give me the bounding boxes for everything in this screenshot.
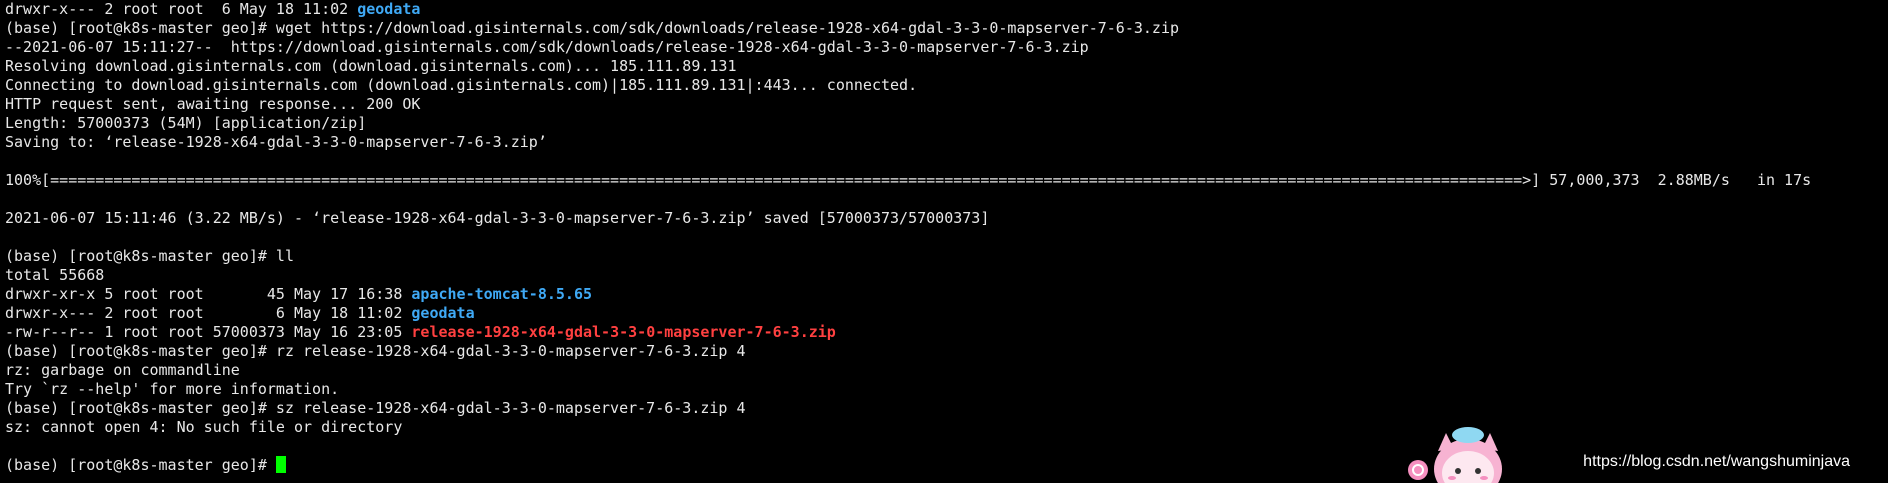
- terminal-line: (base) [root@k8s-master geo]# wget https…: [5, 19, 1179, 37]
- terminal-line: drwxr-x--- 2 root root 6 May 18 11:02 ge…: [5, 304, 475, 323]
- directory-name: apache-tomcat-8.5.65: [411, 285, 593, 303]
- terminal-line: Resolving download.gisinternals.com (dow…: [5, 57, 737, 75]
- terminal-line: (base) [root@k8s-master geo]# sz release…: [5, 399, 746, 417]
- terminal-line: HTTP request sent, awaiting response... …: [5, 95, 421, 113]
- terminal-line: --2021-06-07 15:11:27-- https://download…: [5, 38, 1089, 56]
- terminal-line: Saving to: ‘release-1928-x64-gdal-3-3-0-…: [5, 133, 547, 151]
- terminal-line: Try `rz --help' for more information.: [5, 380, 340, 398]
- terminal-text: drwxr-xr-x 5 root root 45 May 17 16:38: [5, 285, 412, 303]
- terminal-line: -rw-r--r-- 1 root root 57000373 May 16 2…: [5, 323, 836, 342]
- directory-name: geodata: [357, 0, 421, 18]
- terminal-line: 2021-06-07 15:11:46 (3.22 MB/s) - ‘relea…: [5, 209, 990, 227]
- shell-prompt: (base) [root@k8s-master geo]#: [5, 456, 276, 474]
- terminal-line: drwxr-x--- 2 root root 6 May 18 11:02 ge…: [5, 0, 420, 19]
- terminal-window[interactable]: drwxr-x--- 2 root root 6 May 18 11:02 ge…: [0, 0, 1888, 483]
- watermark-url: https://blog.csdn.net/wangshuminjava: [1583, 453, 1850, 470]
- terminal-text: drwxr-x--- 2 root root 6 May 18 11:02: [5, 0, 358, 18]
- terminal-line: sz: cannot open 4: No such file or direc…: [5, 418, 403, 436]
- terminal-text: -rw-r--r-- 1 root root 57000373 May 16 2…: [5, 323, 412, 341]
- archive-file-name: release-1928-x64-gdal-3-3-0-mapserver-7-…: [411, 323, 836, 341]
- terminal-line: (base) [root@k8s-master geo]# rz release…: [5, 342, 746, 360]
- terminal-line: Length: 57000373 (54M) [application/zip]: [5, 114, 367, 132]
- cursor-block-icon: [275, 456, 286, 473]
- terminal-line: (base) [root@k8s-master geo]# ll: [5, 247, 294, 265]
- prompt-line[interactable]: (base) [root@k8s-master geo]#: [5, 456, 286, 475]
- directory-name: geodata: [411, 304, 475, 322]
- progress-line: 100%[===================================…: [5, 171, 1812, 189]
- terminal-line: Connecting to download.gisinternals.com …: [5, 76, 918, 94]
- terminal-line: drwxr-xr-x 5 root root 45 May 17 16:38 a…: [5, 285, 592, 304]
- terminal-line: rz: garbage on commandline: [5, 361, 240, 379]
- terminal-line: total 55668: [5, 266, 105, 284]
- terminal-text: drwxr-x--- 2 root root 6 May 18 11:02: [5, 304, 412, 322]
- mascot-image-icon: [1408, 427, 1502, 483]
